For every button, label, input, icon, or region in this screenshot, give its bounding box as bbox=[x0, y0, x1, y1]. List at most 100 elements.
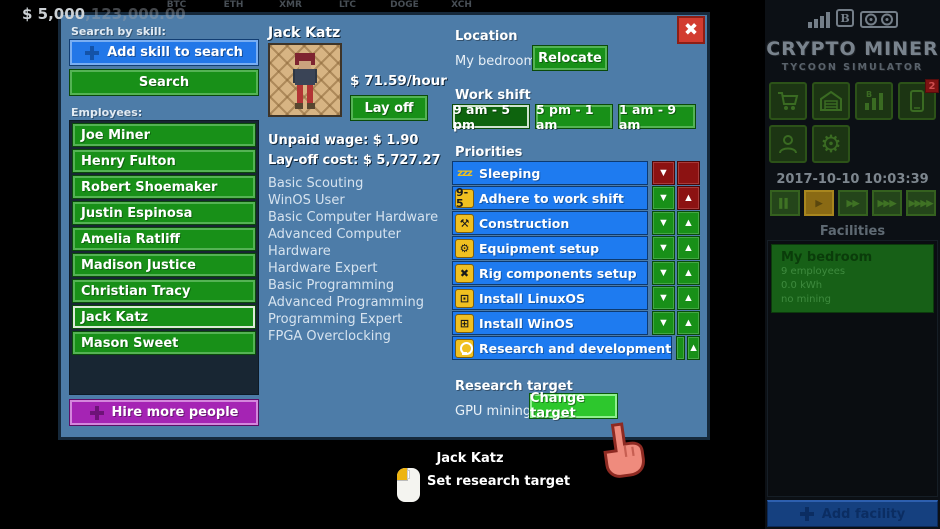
add-facility-button[interactable]: Add facility bbox=[767, 500, 938, 527]
skill-item: Advanced Computer Hardware bbox=[268, 226, 453, 260]
skill-item: Basic Programming bbox=[268, 277, 453, 294]
work-shift-option[interactable]: 9 am - 5 pm bbox=[452, 104, 530, 129]
skill-item: FPGA Overclocking bbox=[268, 328, 453, 345]
speed-button[interactable]: ▶▶▶▶ bbox=[906, 190, 936, 216]
priority-row: ⚙ Equipment setup ▼ ▲ bbox=[452, 236, 700, 260]
employees-button[interactable] bbox=[769, 125, 807, 163]
priority-up-button[interactable] bbox=[677, 161, 700, 185]
install-linux-icon: ⊡ bbox=[455, 289, 474, 308]
ticker-label: DOGE bbox=[376, 0, 433, 10]
relocate-button[interactable]: Relocate bbox=[532, 45, 608, 71]
employee-portrait bbox=[268, 43, 342, 117]
change-target-button[interactable]: Change target bbox=[529, 393, 618, 419]
sleeping-icon: zzz bbox=[455, 164, 474, 183]
person-icon bbox=[776, 132, 800, 156]
install-winos-icon: ⊞ bbox=[455, 314, 474, 333]
arrow-down-icon: ▼ bbox=[658, 242, 669, 254]
priorities-label: Priorities bbox=[455, 145, 522, 160]
employee-item[interactable]: Justin Espinosa bbox=[72, 201, 256, 225]
employee-item[interactable]: Amelia Ratliff bbox=[72, 227, 256, 251]
garage-icon bbox=[819, 89, 843, 113]
garage-button[interactable] bbox=[812, 82, 850, 120]
tooltip-employee-name: Jack Katz bbox=[400, 451, 540, 466]
speed-icon: ▌▌ bbox=[779, 198, 790, 208]
priority-down-button[interactable]: ▼ bbox=[652, 211, 675, 235]
priority-down-button[interactable]: ▼ bbox=[652, 286, 675, 310]
close-icon: ✖ bbox=[684, 20, 698, 40]
priority-row: ⚒ Construction ▼ ▲ bbox=[452, 211, 700, 235]
work-shift-option[interactable]: 1 am - 9 am bbox=[618, 104, 696, 129]
time-controls: ▌▌ ▶ ▶▶ ▶▶▶ ▶▶▶▶ bbox=[765, 190, 940, 216]
speed-button[interactable]: ▶▶ bbox=[838, 190, 868, 216]
priority-down-button[interactable]: ▼ bbox=[652, 161, 675, 185]
priority-item[interactable]: ⚙ Equipment setup bbox=[452, 236, 648, 260]
priority-item[interactable]: ⚒ Construction bbox=[452, 211, 648, 235]
arrow-up-icon: ▲ bbox=[683, 242, 694, 254]
facilities-panel: My bedroom 9 employees 0.0 kWh no mining bbox=[767, 240, 938, 497]
priority-up-button[interactable]: ▲ bbox=[677, 311, 700, 335]
priority-up-button[interactable]: ▲ bbox=[677, 211, 700, 235]
priority-up-button[interactable]: ▲ bbox=[677, 186, 700, 210]
bars-logo-icon bbox=[808, 12, 830, 28]
speed-button[interactable]: ▌▌ bbox=[770, 190, 800, 216]
arrow-up-icon: ▲ bbox=[683, 192, 694, 204]
speed-button[interactable]: ▶▶▶ bbox=[872, 190, 902, 216]
skill-list: Basic ScoutingWinOS UserBasic Computer H… bbox=[268, 175, 453, 345]
add-skill-button[interactable]: Add skill to search bbox=[69, 39, 259, 66]
employee-item[interactable]: Madison Justice bbox=[72, 253, 256, 277]
statistics-button[interactable]: B bbox=[855, 82, 893, 120]
facility-item[interactable]: My bedroom 9 employees 0.0 kWh no mining bbox=[771, 244, 934, 313]
employee-item[interactable]: Joe Miner bbox=[72, 123, 256, 147]
sidebar: B CRYPTO MINER TYCOON SIMULATOR bbox=[765, 0, 940, 529]
priority-item[interactable]: ✖ Rig components setup bbox=[452, 261, 648, 285]
employees-label: Employees: bbox=[71, 106, 142, 119]
game-datetime: 2017-10-10 10:03:39 bbox=[765, 172, 940, 187]
research-target-value: GPU mining bbox=[455, 404, 531, 419]
money-balance: $ 5,000,123,000.00 bbox=[22, 5, 186, 23]
priority-item[interactable]: ⊞ Install WinOS bbox=[452, 311, 648, 335]
priority-row: zzz Sleeping ▼ bbox=[452, 161, 700, 185]
priority-up-button[interactable]: ▲ bbox=[687, 336, 700, 360]
phone-button[interactable]: 2 bbox=[898, 82, 936, 120]
hire-more-people-button[interactable]: Hire more people bbox=[69, 399, 259, 426]
priority-down-button[interactable] bbox=[676, 336, 685, 360]
arrow-up-icon: ▲ bbox=[683, 267, 694, 279]
employee-item[interactable]: Christian Tracy bbox=[72, 279, 256, 303]
location-value: My bedroom bbox=[455, 54, 536, 69]
mouse-wheel bbox=[407, 470, 410, 479]
priority-item[interactable]: ⊡ Install LinuxOS bbox=[452, 286, 648, 310]
lay-off-button[interactable]: Lay off bbox=[350, 95, 428, 121]
employee-item[interactable]: Jack Katz bbox=[72, 305, 256, 329]
search-button[interactable]: Search bbox=[69, 69, 259, 96]
priority-down-button[interactable]: ▼ bbox=[652, 311, 675, 335]
employee-item[interactable]: Robert Shoemaker bbox=[72, 175, 256, 199]
employee-item[interactable]: Henry Fulton bbox=[72, 149, 256, 173]
priority-item[interactable]: Research and development bbox=[452, 336, 672, 360]
close-button[interactable]: ✖ bbox=[677, 16, 705, 44]
work-shift-option[interactable]: 5 pm - 1 am bbox=[535, 104, 613, 129]
search-by-skill-label: Search by skill: bbox=[71, 25, 166, 38]
arrow-down-icon: ▼ bbox=[658, 217, 669, 229]
employee-item[interactable]: Mason Sweet bbox=[72, 331, 256, 355]
priority-item[interactable]: zzz Sleeping bbox=[452, 161, 648, 185]
priority-down-button[interactable]: ▼ bbox=[652, 236, 675, 260]
skill-item: Basic Computer Hardware bbox=[268, 209, 453, 226]
priority-up-button[interactable]: ▲ bbox=[677, 286, 700, 310]
priority-up-button[interactable]: ▲ bbox=[677, 261, 700, 285]
speed-button[interactable]: ▶ bbox=[804, 190, 834, 216]
arrow-up-icon: ▲ bbox=[683, 292, 694, 304]
priority-up-button[interactable]: ▲ bbox=[677, 236, 700, 260]
priority-down-button[interactable]: ▼ bbox=[652, 186, 675, 210]
priority-down-button[interactable]: ▼ bbox=[652, 261, 675, 285]
priority-row: ⊞ Install WinOS ▼ ▲ bbox=[452, 311, 700, 335]
shop-button[interactable] bbox=[769, 82, 807, 120]
arrow-down-icon: ▼ bbox=[658, 267, 669, 279]
gpu-logo-icon bbox=[860, 10, 898, 28]
ticker-label: XMR bbox=[262, 0, 319, 10]
speed-icon: ▶▶▶ bbox=[878, 198, 896, 209]
arrow-up-icon: ▲ bbox=[688, 342, 699, 354]
rig-components-icon: ✖ bbox=[455, 264, 474, 283]
ticker-label: XCH bbox=[433, 0, 490, 10]
priority-item[interactable]: 9-5 Adhere to work shift bbox=[452, 186, 648, 210]
settings-button[interactable]: ⚙ bbox=[812, 125, 850, 163]
